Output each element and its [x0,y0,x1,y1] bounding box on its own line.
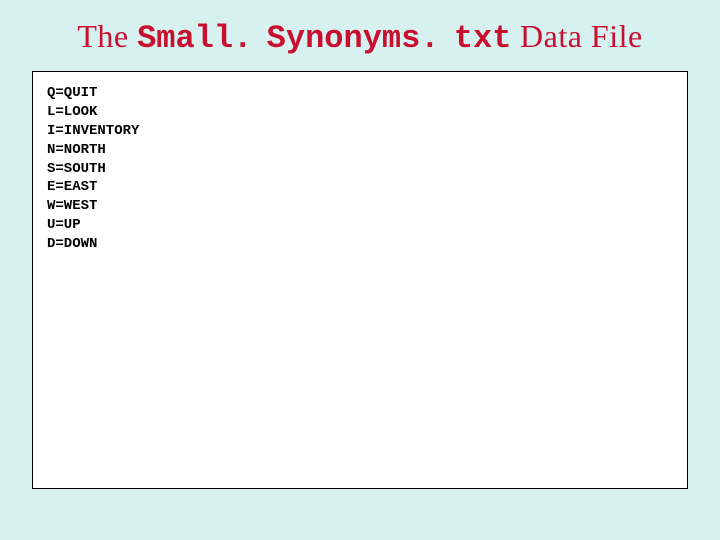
slide: The Small.Synonyms.txt Data File Q=QUIT … [0,0,720,540]
slide-title: The Small.Synonyms.txt Data File [0,0,720,71]
title-filename: Small.Synonyms.txt [137,20,511,57]
title-prefix: The [77,18,137,54]
file-content: Q=QUIT L=LOOK I=INVENTORY N=NORTH S=SOUT… [47,84,673,254]
title-suffix: Data File [512,18,643,54]
file-content-box: Q=QUIT L=LOOK I=INVENTORY N=NORTH S=SOUT… [32,71,688,489]
